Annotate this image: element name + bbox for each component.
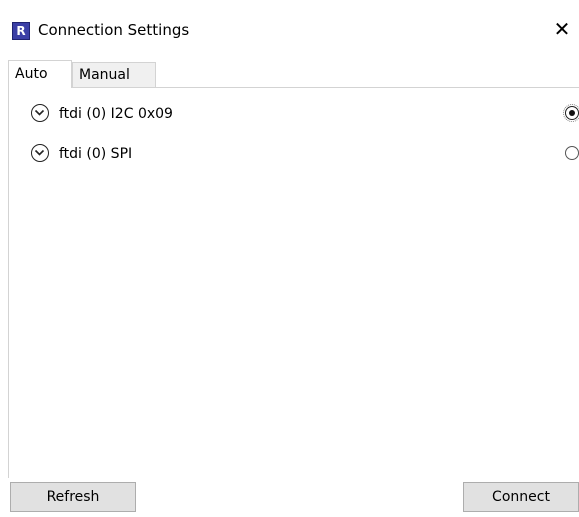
connection-item-i2c[interactable]: ftdi (0) I2C 0x09 bbox=[25, 102, 579, 128]
connection-settings-window: R Connection Settings ✕ Auto Manual ftdi… bbox=[0, 0, 579, 517]
app-icon: R bbox=[12, 22, 30, 40]
tab-strip: Auto Manual bbox=[8, 60, 579, 88]
connection-item-spi[interactable]: ftdi (0) SPI bbox=[25, 142, 579, 168]
title-bar: R Connection Settings ✕ bbox=[0, 0, 579, 60]
connection-radio-i2c[interactable] bbox=[563, 104, 579, 122]
chevron-down-icon[interactable] bbox=[31, 144, 49, 162]
connection-label: ftdi (0) I2C 0x09 bbox=[59, 106, 173, 122]
refresh-button[interactable]: Refresh bbox=[10, 482, 136, 512]
window-title: Connection Settings bbox=[38, 21, 190, 39]
tab-manual[interactable]: Manual bbox=[72, 62, 156, 87]
connection-list-panel: ftdi (0) I2C 0x09 ftdi (0) SPI bbox=[8, 87, 579, 478]
connect-button[interactable]: Connect bbox=[463, 482, 579, 512]
dialog-footer: Refresh Connect bbox=[0, 478, 579, 517]
close-icon[interactable]: ✕ bbox=[548, 15, 576, 43]
chevron-down-icon[interactable] bbox=[31, 104, 49, 122]
connection-label: ftdi (0) SPI bbox=[59, 146, 133, 162]
connection-radio-spi[interactable] bbox=[565, 146, 579, 160]
tab-auto[interactable]: Auto bbox=[8, 60, 72, 88]
